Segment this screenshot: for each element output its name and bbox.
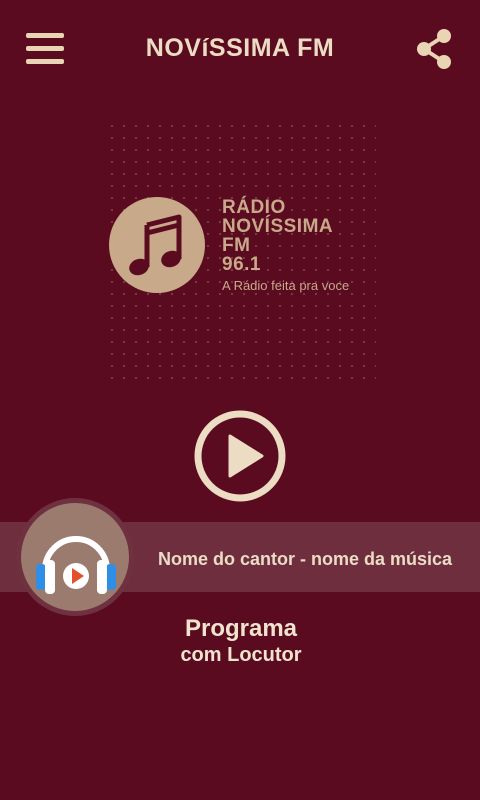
logo-tagline: A Rádio feita pra voce xyxy=(222,278,350,293)
program-info: Programa com Locutor xyxy=(0,616,480,668)
headphones-play-icon xyxy=(36,536,116,594)
now-playing-text: Nome do cantor - nome da música xyxy=(158,549,453,569)
logo-line-fm: FM xyxy=(222,235,251,256)
program-host: com Locutor xyxy=(180,644,302,666)
play-icon xyxy=(194,410,286,502)
program-name: Programa xyxy=(184,615,298,642)
station-logo: RÁDIO NOVÍSSIMA FM 96.1 A Rádio feita pr… xyxy=(106,120,376,380)
app-title: NOVíSSIMA FM xyxy=(145,34,335,62)
logo-line-radio: RÁDIO xyxy=(222,197,286,218)
logo-line-frequency: 96.1 xyxy=(222,254,261,275)
share-icon[interactable] xyxy=(414,27,454,71)
top-app-bar: NOVíSSIMA FM xyxy=(0,0,480,100)
play-button[interactable] xyxy=(193,409,287,503)
music-note-icon xyxy=(109,197,205,293)
logo-line-novissima: NOVÍSSIMA xyxy=(222,216,334,237)
logo-wordmark: RÁDIO NOVÍSSIMA FM 96.1 xyxy=(222,198,333,274)
